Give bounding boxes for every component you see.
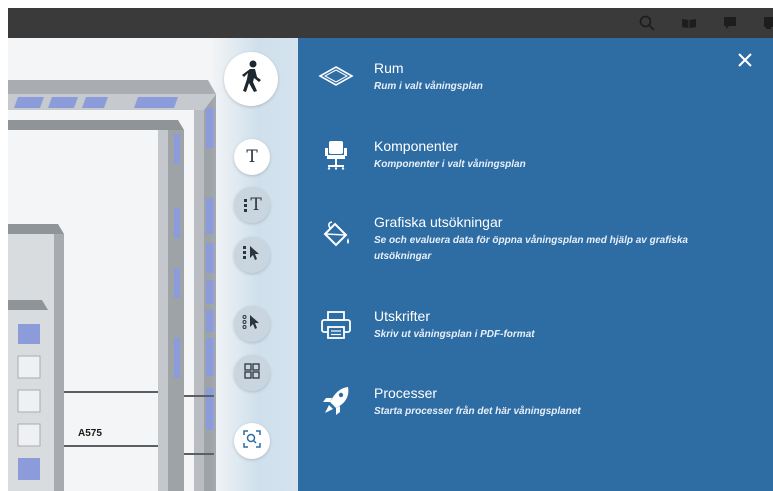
menu-item-title: Grafiska utsökningar [374, 214, 503, 230]
grid-view-button[interactable] [234, 355, 270, 391]
menu-item-processer[interactable]: Processer Starta processer från det här … [316, 385, 756, 441]
printer-icon [316, 308, 356, 348]
menu-item-title: Processer [374, 385, 438, 401]
menu-item-title: Rum [374, 60, 404, 76]
menu-item-utskrifter[interactable]: Utskrifter Skriv ut våningsplan i PDF-fo… [316, 308, 756, 364]
walk-mode-button[interactable] [224, 52, 278, 106]
zoom-fit-button[interactable] [234, 423, 270, 459]
search-icon[interactable] [638, 14, 656, 32]
multi-select-tool-button[interactable] [234, 306, 270, 342]
chair-icon [316, 138, 356, 178]
menu-item-rum[interactable]: Rum Rum i valt våningsplan [316, 60, 756, 116]
comment-icon[interactable] [721, 14, 739, 32]
menu-item-title: Utskrifter [374, 308, 430, 324]
floor-plan-icon [316, 60, 356, 100]
grid-icon [244, 362, 260, 384]
rocket-icon [316, 385, 356, 425]
more-icon[interactable] [760, 14, 773, 32]
select-icon [242, 244, 262, 267]
text-tool-button[interactable]: T [234, 139, 270, 175]
menu-item-subtitle: Se och evaluera data för öppna våningspl… [374, 235, 688, 262]
multi-select-icon [242, 313, 262, 336]
select-tool-button[interactable] [234, 237, 270, 273]
text-icon: T [246, 147, 258, 167]
paint-bucket-icon [316, 214, 356, 254]
text-list-icon: T [242, 195, 262, 215]
menu-item-komponenter[interactable]: Komponenter Komponenter i valt våningspl… [316, 138, 756, 194]
text-list-tool-button[interactable]: T [234, 187, 270, 223]
menu-item-subtitle: Skriv ut våningsplan i PDF-format [374, 329, 535, 340]
menu-item-title: Komponenter [374, 138, 459, 154]
walk-icon [236, 60, 266, 99]
top-toolbar [8, 8, 773, 38]
menu-item-subtitle: Rum i valt våningsplan [374, 81, 483, 92]
book-icon[interactable] [680, 14, 698, 32]
menu-item-subtitle: Starta processer från det här våningspla… [374, 406, 581, 417]
menu-item-grafiska-utsokningar[interactable]: Grafiska utsökningar Se och evaluera dat… [316, 214, 756, 270]
menu-item-subtitle: Komponenter i valt våningsplan [374, 159, 526, 170]
zoom-icon [243, 429, 261, 453]
room-label: A575 [78, 428, 102, 439]
